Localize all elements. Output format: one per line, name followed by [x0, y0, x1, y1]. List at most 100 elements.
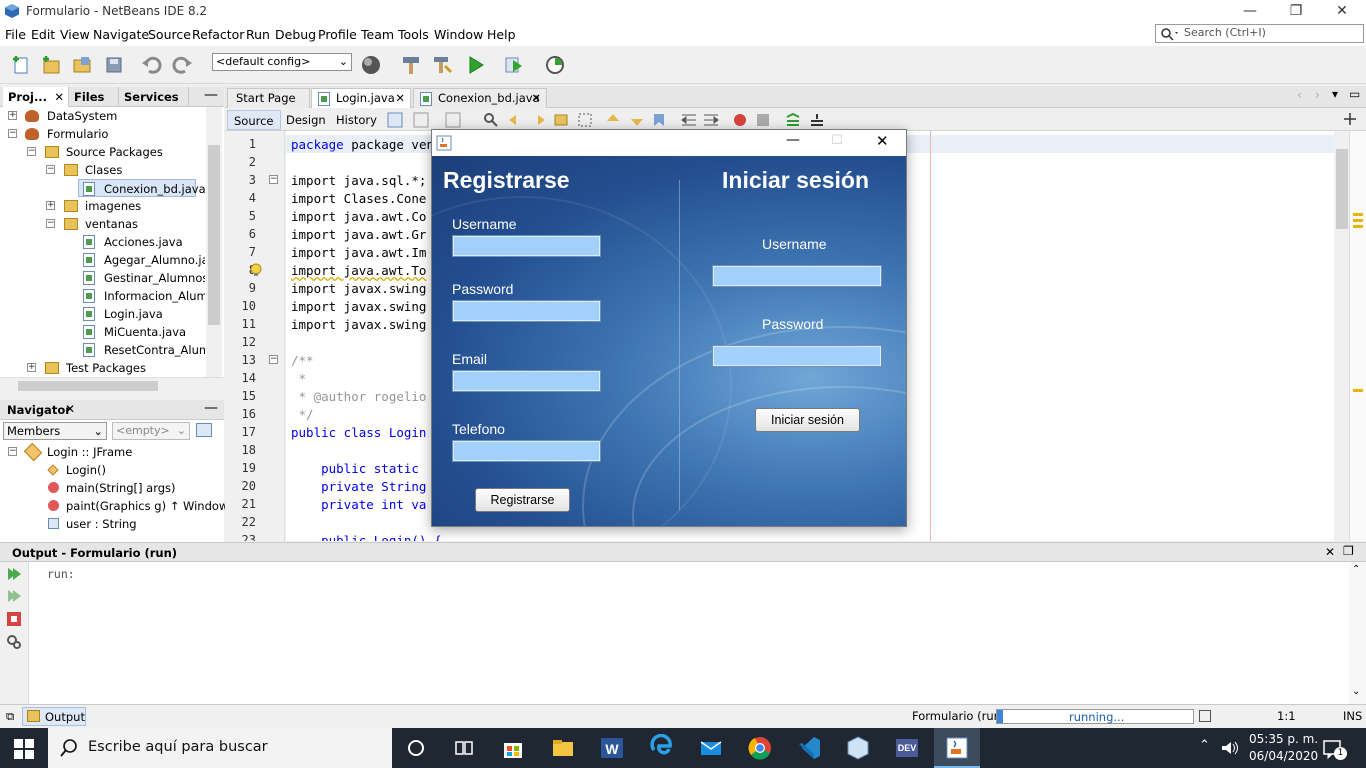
- minimize-panel-icon[interactable]: —: [204, 400, 218, 416]
- restore-windows-icon[interactable]: ⧉: [6, 709, 14, 724]
- expand-editor-icon[interactable]: [1343, 112, 1357, 126]
- find-icon[interactable]: [483, 112, 499, 128]
- tree-item-informacion-alumnos[interactable]: Informacion_Alumnos: [0, 287, 205, 305]
- register-telefono-input[interactable]: [452, 440, 601, 462]
- nav-item-paint[interactable]: paint(Graphics g) ↑ Window: [0, 497, 228, 515]
- tree-item-login[interactable]: Login.java: [0, 305, 205, 323]
- toggle-highlight-icon[interactable]: [553, 112, 569, 128]
- quick-search-input[interactable]: Search (Ctrl+I): [1155, 24, 1364, 43]
- tree-item-resetcontra[interactable]: ResetContra_Alumnc: [0, 341, 205, 359]
- volume-icon[interactable]: [1220, 740, 1240, 756]
- open-project-icon[interactable]: [71, 54, 93, 76]
- restore-panel-icon[interactable]: ❐: [1343, 544, 1354, 558]
- stop-macro-icon[interactable]: [756, 113, 770, 127]
- devcpp-icon[interactable]: DEV: [893, 734, 921, 762]
- menu-help[interactable]: Help: [487, 27, 516, 42]
- build-hammer-icon[interactable]: [400, 54, 422, 76]
- cancel-progress-icon[interactable]: [1199, 710, 1211, 722]
- code-fold-icon[interactable]: −: [269, 175, 278, 184]
- run-icon[interactable]: [465, 54, 487, 76]
- collapse-icon[interactable]: −: [46, 219, 55, 228]
- menu-source[interactable]: Source: [148, 27, 191, 42]
- menu-refactor[interactable]: Refactor: [192, 27, 244, 42]
- collapse-icon[interactable]: −: [8, 447, 17, 456]
- progress-bar[interactable]: running...: [996, 709, 1194, 724]
- tree-item-acciones[interactable]: Acciones.java: [0, 233, 205, 251]
- save-all-icon[interactable]: [103, 54, 125, 76]
- expand-icon[interactable]: +: [46, 201, 55, 210]
- minimize-panel-icon[interactable]: —: [204, 87, 218, 103]
- register-username-input[interactable]: [452, 235, 601, 257]
- register-email-input[interactable]: [452, 370, 601, 392]
- tree-item-source-packages[interactable]: − Source Packages: [0, 143, 205, 161]
- task-view-icon[interactable]: [450, 734, 478, 762]
- rerun-with-params-icon[interactable]: [6, 588, 22, 604]
- settings-icon[interactable]: [6, 634, 22, 650]
- menu-run[interactable]: Run: [246, 27, 270, 42]
- editor-vertical-scrollbar[interactable]: [1334, 131, 1350, 541]
- tree-item-ventanas[interactable]: − ventanas: [0, 215, 205, 233]
- tree-item-agegar-alumno[interactable]: Agegar_Alumno.java: [0, 251, 205, 269]
- close-icon[interactable]: ✕: [531, 89, 541, 108]
- tab-files[interactable]: Files: [69, 87, 119, 107]
- tree-item-formulario[interactable]: − Formulario: [0, 125, 205, 143]
- output-scrollbar[interactable]: ⌃ ⌄: [1349, 562, 1366, 704]
- tree-item-imagenes[interactable]: + imagenes: [0, 197, 205, 215]
- empty-filter-select[interactable]: <empty> ⌄: [112, 422, 190, 440]
- undo-icon[interactable]: [141, 54, 163, 76]
- new-project-icon[interactable]: [40, 54, 62, 76]
- toggle-bookmark-icon[interactable]: [651, 112, 667, 128]
- register-password-input[interactable]: [452, 300, 601, 322]
- scroll-tabs-right-icon[interactable]: ›: [1315, 88, 1320, 102]
- subtab-design[interactable]: Design: [280, 110, 332, 130]
- new-file-icon[interactable]: [10, 54, 32, 76]
- tab-list-dropdown-icon[interactable]: ▾: [1332, 87, 1338, 101]
- maximize-button[interactable]: ☐: [831, 133, 843, 148]
- tree-item-datasystem[interactable]: + DataSystem: [0, 107, 205, 125]
- start-macro-icon[interactable]: [733, 113, 747, 127]
- next-bookmark-icon[interactable]: [629, 112, 645, 128]
- tree-item-test-packages[interactable]: + Test Packages: [0, 359, 205, 377]
- word-icon[interactable]: W: [598, 734, 626, 762]
- menu-file[interactable]: File: [5, 27, 26, 42]
- shift-left-icon[interactable]: [681, 112, 697, 128]
- minimize-button[interactable]: —: [1227, 0, 1273, 24]
- menu-edit[interactable]: Edit: [31, 27, 55, 42]
- tree-item-micuenta[interactable]: MiCuenta.java: [0, 323, 205, 341]
- register-button[interactable]: Registrarse: [475, 488, 570, 512]
- tab-start-page[interactable]: Start Page: [227, 88, 310, 108]
- back-icon[interactable]: [413, 112, 429, 128]
- previous-bookmark-icon[interactable]: [605, 112, 621, 128]
- tab-projects[interactable]: Proj... ✕: [3, 87, 69, 107]
- tree-horizontal-scrollbar[interactable]: [0, 377, 224, 393]
- menu-debug[interactable]: Debug: [275, 27, 316, 42]
- collapse-icon[interactable]: −: [46, 165, 55, 174]
- close-icon[interactable]: ✕: [1325, 545, 1335, 559]
- chrome-icon[interactable]: [746, 734, 774, 762]
- navigator-settings-icon[interactable]: [196, 423, 212, 437]
- java-app-taskbar-button[interactable]: [934, 728, 980, 768]
- code-fold-icon[interactable]: −: [269, 355, 278, 364]
- show-hidden-icons-icon[interactable]: ⌃: [1199, 738, 1210, 753]
- close-icon[interactable]: ✕: [395, 89, 405, 108]
- scrollbar-thumb[interactable]: [208, 145, 220, 325]
- close-icon[interactable]: ✕: [65, 402, 75, 416]
- find-previous-icon[interactable]: [507, 112, 523, 128]
- rerun-icon[interactable]: [6, 566, 22, 582]
- redo-icon[interactable]: [171, 54, 193, 76]
- edge-icon[interactable]: [648, 734, 676, 762]
- login-button[interactable]: Iniciar sesión: [755, 408, 860, 432]
- store-icon[interactable]: [499, 734, 527, 762]
- last-edit-icon[interactable]: [387, 112, 403, 128]
- minimize-button[interactable]: —: [786, 132, 800, 148]
- expand-icon[interactable]: +: [27, 363, 36, 372]
- find-next-icon[interactable]: [531, 112, 547, 128]
- tree-vertical-scrollbar[interactable]: [206, 107, 222, 377]
- virtualbox-icon[interactable]: [844, 734, 872, 762]
- close-button[interactable]: ✕: [876, 132, 889, 150]
- menu-view[interactable]: View: [60, 27, 90, 42]
- mail-icon[interactable]: [697, 734, 725, 762]
- comment-icon[interactable]: [785, 112, 801, 128]
- tree-item-conexion-bd[interactable]: Conexion_bd.java: [78, 179, 206, 197]
- file-explorer-icon[interactable]: [549, 734, 577, 762]
